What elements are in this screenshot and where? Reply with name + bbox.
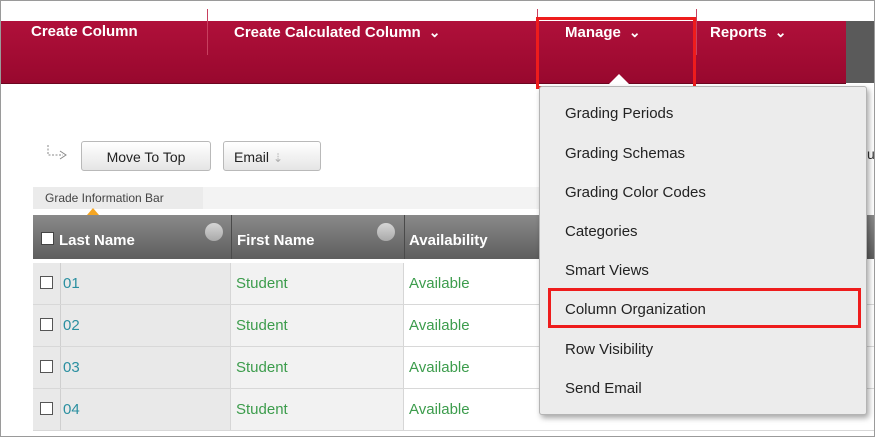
cell-divider <box>60 389 61 430</box>
move-to-top-label: Move To Top <box>106 149 186 165</box>
grade-information-bar[interactable]: Grade Information Bar <box>33 187 203 209</box>
menu-item-grading-periods[interactable]: Grading Periods <box>540 94 866 134</box>
create-column-button[interactable]: Create Column <box>31 1 181 63</box>
move-to-top-button[interactable]: Move To Top <box>81 141 211 171</box>
cell-divider <box>60 347 61 388</box>
first-name-text: Student <box>236 401 288 418</box>
email-label: Email <box>234 149 270 165</box>
action-bar-divider <box>207 9 208 55</box>
grade-information-bar-label: Grade Information Bar <box>45 191 164 205</box>
last-name-cell: 01 <box>33 263 231 304</box>
column-options-icon[interactable] <box>377 223 395 241</box>
column-header-last-name[interactable]: Last Name <box>59 215 135 259</box>
move-arrow-icon <box>45 143 71 165</box>
first-name-cell: Student <box>231 305 404 346</box>
menu-item-grading-color-codes[interactable]: Grading Color Codes <box>540 173 866 213</box>
column-header-label: Last Name <box>59 232 135 249</box>
last-name-cell: 04 <box>33 389 231 430</box>
availability-text: Available <box>409 401 470 418</box>
create-calculated-column-label: Create Calculated Column <box>234 24 421 41</box>
column-organization-highlight-box <box>548 288 861 328</box>
first-name-text: Student <box>236 359 288 376</box>
action-bar-overflow <box>846 21 874 83</box>
cell-divider <box>60 305 61 346</box>
gradebook-window: Create Column Create Calculated Column ⌄ … <box>0 0 875 437</box>
availability-text: Available <box>409 359 470 376</box>
first-name-cell: Student <box>231 389 404 430</box>
menu-item-row-visibility[interactable]: Row Visibility <box>540 330 866 370</box>
last-name-cell: 02 <box>33 305 231 346</box>
manage-dropdown-menu: Grading Periods Grading Schemas Grading … <box>539 86 867 415</box>
email-menu-button[interactable]: Email ⇣ <box>223 141 321 171</box>
first-name-cell: Student <box>231 347 404 388</box>
column-header-label: First Name <box>237 232 315 249</box>
select-all-checkbox[interactable] <box>41 232 54 245</box>
menu-item-grading-schemas[interactable]: Grading Schemas <box>540 134 866 174</box>
menu-pointer <box>607 74 631 86</box>
first-name-text: Student <box>236 275 288 292</box>
first-name-text: Student <box>236 317 288 334</box>
availability-text: Available <box>409 275 470 292</box>
header-divider <box>231 215 232 259</box>
menu-item-smart-views[interactable]: Smart Views <box>540 251 866 291</box>
row-checkbox[interactable] <box>40 402 53 415</box>
sort-ascending-icon <box>87 208 99 215</box>
create-column-label: Create Column <box>31 23 138 40</box>
chevron-down-icon: ⌄ <box>428 24 441 40</box>
cell-divider <box>60 263 61 304</box>
double-chevron-down-icon: ⇣ <box>273 151 284 165</box>
column-header-availability[interactable]: Availability <box>409 215 488 259</box>
info-bar-track <box>203 187 543 209</box>
column-header-label: Availability <box>409 232 488 249</box>
menu-item-send-email[interactable]: Send Email <box>540 369 866 409</box>
row-checkbox[interactable] <box>40 360 53 373</box>
reports-menu-button[interactable]: Reports ⌄ <box>710 1 820 63</box>
last-name-link[interactable]: 04 <box>63 401 80 418</box>
action-bar-divider <box>696 9 697 55</box>
cut-off-text: u <box>867 146 875 162</box>
column-header-first-name[interactable]: First Name <box>237 215 315 259</box>
last-name-link[interactable]: 01 <box>63 275 80 292</box>
row-checkbox[interactable] <box>40 276 53 289</box>
last-name-link[interactable]: 02 <box>63 317 80 334</box>
last-name-cell: 03 <box>33 347 231 388</box>
header-divider <box>404 215 405 259</box>
last-name-link[interactable]: 03 <box>63 359 80 376</box>
chevron-down-icon: ⌄ <box>774 24 787 40</box>
row-checkbox[interactable] <box>40 318 53 331</box>
create-calculated-column-menu[interactable]: Create Calculated Column ⌄ <box>234 1 524 63</box>
first-name-cell: Student <box>231 263 404 304</box>
reports-label: Reports <box>710 24 767 41</box>
availability-text: Available <box>409 317 470 334</box>
column-options-icon[interactable] <box>205 223 223 241</box>
menu-item-categories[interactable]: Categories <box>540 212 866 252</box>
